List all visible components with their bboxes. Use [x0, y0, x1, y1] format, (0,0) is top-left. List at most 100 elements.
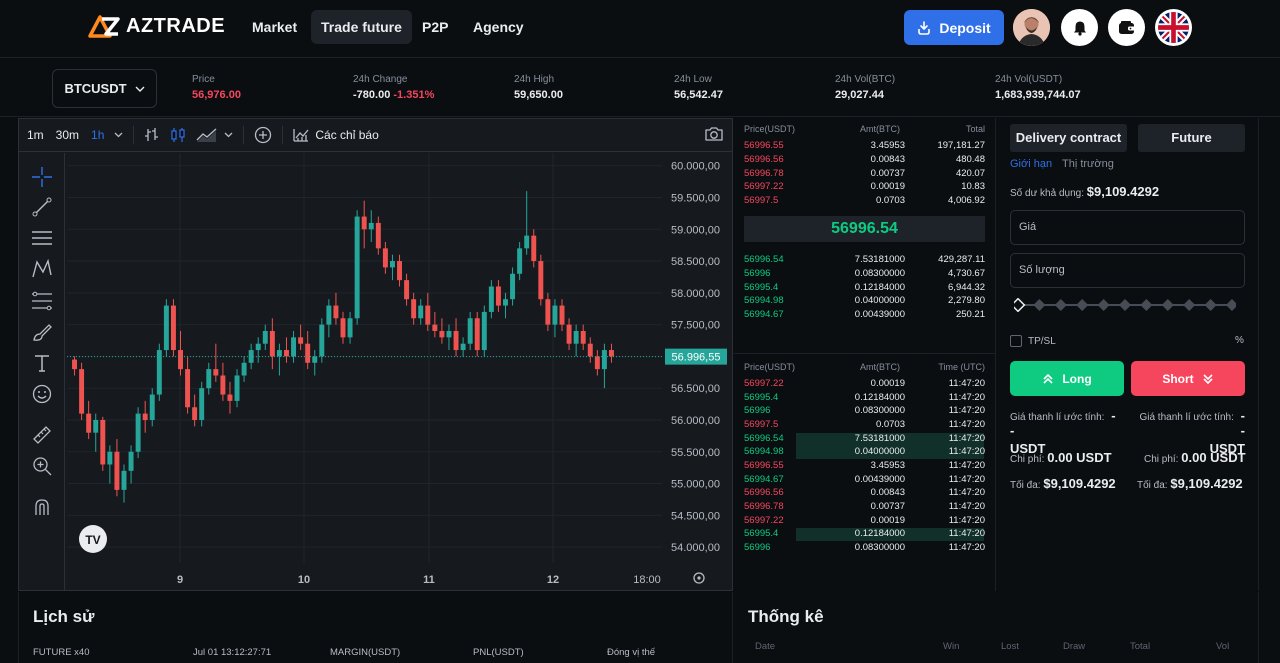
- fib-tool[interactable]: [30, 289, 54, 313]
- price-chart[interactable]: 60.000,00 59.500,00 59.000,00 58.500,00 58.0…: [67, 153, 732, 590]
- trade-row[interactable]: 56997.5 0.0703 11:47:20: [734, 419, 996, 432]
- price: 56997.5: [744, 195, 779, 207]
- nav-p2p[interactable]: P2P: [412, 10, 458, 44]
- brush-tool[interactable]: [30, 320, 54, 344]
- total: 11:47:20: [948, 500, 985, 512]
- crosshair-tool[interactable]: [30, 165, 54, 189]
- tpsl-checkbox[interactable]: [1010, 335, 1022, 347]
- bid-row[interactable]: 56994.98 0.04000000 2,279.80: [734, 295, 996, 308]
- candle-body: [135, 413, 141, 452]
- bid-row[interactable]: 56996 0.08300000 4,730.67: [734, 268, 996, 281]
- stats-col-win: Win: [943, 641, 960, 652]
- order-type-market[interactable]: Thị trường: [1062, 158, 1114, 170]
- bid-row[interactable]: 56994.67 0.00439000 250.21: [734, 309, 996, 322]
- candle-body: [439, 330, 445, 338]
- ruler-tool[interactable]: [30, 423, 54, 447]
- candle-body: [594, 356, 600, 370]
- bid-row[interactable]: 56995.4 0.12184000 6,944.32: [734, 282, 996, 295]
- timeframe-30m[interactable]: 30m: [56, 128, 79, 142]
- trade-row[interactable]: 56996 0.08300000 11:47:20: [734, 405, 996, 418]
- add-indicator-button[interactable]: [254, 126, 272, 144]
- drawing-toolbar: [19, 153, 65, 590]
- slider-step[interactable]: [1183, 298, 1196, 312]
- trade-row[interactable]: 56995.4 0.12184000 11:47:20: [734, 528, 996, 542]
- trend-line-tool[interactable]: [30, 195, 54, 219]
- trade-row[interactable]: 56994.98 0.04000000 11:47:20: [734, 446, 996, 460]
- horizontal-lines-tool[interactable]: [30, 226, 54, 250]
- slider-step[interactable]: [1014, 298, 1026, 312]
- ask-row[interactable]: 56997.5 0.0703 4,006.92: [734, 195, 996, 208]
- long-button[interactable]: Long: [1010, 361, 1124, 396]
- brand-logo[interactable]: AZTRADE: [88, 14, 225, 38]
- pair-selector[interactable]: BTCUSDT: [52, 69, 157, 108]
- trade-row[interactable]: 56994.67 0.00439000 11:47:20: [734, 474, 996, 487]
- trade-row[interactable]: 56997.22 0.00019 11:47:20: [734, 515, 996, 528]
- screenshot-button[interactable]: [704, 126, 724, 147]
- total: 11:47:20: [948, 378, 985, 389]
- slider-step[interactable]: [1054, 298, 1067, 312]
- chart-type-dropdown[interactable]: [224, 132, 233, 138]
- bar-style-button[interactable]: [144, 127, 160, 143]
- candlestick-chart[interactable]: 60.000,00 59.500,00 59.000,00 58.500,00 58.0…: [67, 153, 732, 590]
- candle-style-button[interactable]: [170, 127, 186, 143]
- price-input[interactable]: Giá: [1010, 210, 1245, 245]
- timeframe-dropdown[interactable]: [114, 132, 123, 138]
- slider-step[interactable]: [1097, 298, 1110, 312]
- nav-trade-future[interactable]: Trade future: [311, 10, 412, 44]
- liq-label: Giá thanh lí ước tính:: [1010, 412, 1105, 423]
- order-type-limit[interactable]: Giới hạn: [1010, 158, 1052, 170]
- wallet-button[interactable]: [1108, 9, 1145, 46]
- max-value: $9,109.4292: [1043, 476, 1116, 491]
- y-axis-label: 57.500,00: [671, 320, 720, 332]
- short-button[interactable]: Short: [1131, 361, 1245, 396]
- area-style-button[interactable]: [196, 127, 218, 143]
- tab-delivery-contract[interactable]: Delivery contract: [1010, 124, 1127, 152]
- timeframe-1h[interactable]: 1h: [91, 128, 104, 142]
- slider-step[interactable]: [1161, 298, 1174, 312]
- user-avatar[interactable]: [1013, 9, 1050, 46]
- trade-row[interactable]: 56996.78 0.00737 11:47:20: [734, 501, 996, 514]
- close-position-button[interactable]: Đóng vị thế: [607, 647, 655, 658]
- slider-step[interactable]: [1118, 298, 1132, 312]
- slider-step[interactable]: [1076, 298, 1089, 312]
- indicators-button[interactable]: Các chỉ báo: [293, 128, 379, 142]
- quantity-input[interactable]: Số lượng: [1010, 253, 1245, 288]
- pattern-tool[interactable]: [30, 257, 54, 281]
- ask-row[interactable]: 56996.78 0.00737 420.07: [734, 168, 996, 181]
- nav-market[interactable]: Market: [242, 10, 307, 44]
- nav-agency[interactable]: Agency: [463, 10, 534, 44]
- price: 56997.5: [744, 418, 779, 430]
- chevron-down-icon: [114, 132, 123, 138]
- deposit-button[interactable]: Deposit: [904, 10, 1004, 45]
- x-axis-label: 12: [547, 574, 559, 586]
- ask-row[interactable]: 56997.22 0.00019 10.83: [734, 181, 996, 194]
- tab-future[interactable]: Future: [1138, 124, 1245, 152]
- candle-body: [446, 330, 452, 338]
- leverage-slider[interactable]: [1014, 298, 1236, 312]
- language-button[interactable]: [1155, 9, 1192, 46]
- trade-row[interactable]: 56996.54 7.53181000 11:47:20: [734, 432, 996, 446]
- price: 56996.54: [744, 432, 784, 444]
- bid-row[interactable]: 56996.54 7.53181000 429,287.11: [734, 254, 996, 267]
- tpsl-toggle[interactable]: TP/SL: [1010, 335, 1056, 347]
- slider-step[interactable]: [1204, 298, 1217, 312]
- trade-row[interactable]: 56996.56 0.00843 11:47:20: [734, 487, 996, 500]
- ask-row[interactable]: 56996.56 0.00843 480.48: [734, 154, 996, 167]
- trade-row[interactable]: 56997.22 0.00019 11:47:20: [734, 378, 996, 391]
- ask-row[interactable]: 56996.55 3.45953 197,181.27: [734, 140, 996, 153]
- text-tool[interactable]: [30, 351, 54, 375]
- zoom-tool[interactable]: [30, 454, 54, 478]
- trade-row[interactable]: 56996.55 3.45953 11:47:20: [734, 460, 996, 473]
- magnet-tool[interactable]: [30, 495, 54, 519]
- trade-row[interactable]: 56995.4 0.12184000 11:47:20: [734, 392, 996, 405]
- y-axis-label: 56.000,00: [671, 415, 720, 427]
- stat-value: 56,976.00: [192, 89, 241, 101]
- timeframe-1m[interactable]: 1m: [27, 128, 44, 142]
- slider-step[interactable]: [1225, 298, 1236, 312]
- trade-row[interactable]: 56996 0.08300000 11:47:20: [734, 542, 996, 555]
- slider-step[interactable]: [1140, 298, 1153, 312]
- notifications-button[interactable]: [1061, 9, 1098, 46]
- slider-step[interactable]: [1033, 298, 1046, 312]
- emoji-tool[interactable]: [30, 382, 54, 406]
- candle-body: [524, 235, 530, 249]
